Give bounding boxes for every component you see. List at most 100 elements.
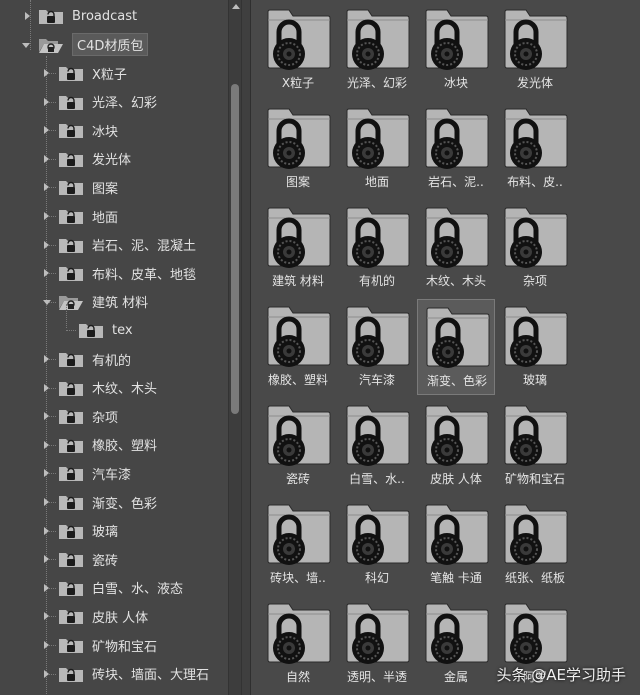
material-item[interactable]: 布料、皮.. [496,101,574,197]
material-item[interactable]: 橡胶、塑料 [259,299,337,395]
expand-arrow-icon[interactable] [44,612,49,621]
material-item[interactable]: 汽车漆 [338,299,416,395]
tree-item[interactable]: C4D材质包 [38,31,149,59]
expand-arrow-icon[interactable] [44,412,49,421]
material-item[interactable]: 发光体 [496,2,574,98]
material-item[interactable]: 木纹、木头 [417,200,495,296]
expand-arrow-icon[interactable] [44,355,49,363]
expand-arrow-icon[interactable] [44,69,49,77]
tree-item[interactable]: 建筑 材料 [58,288,148,316]
tree-item[interactable]: 岩石、泥、混凝土 [58,231,196,259]
material-item-label: 布料、皮.. [507,175,563,189]
panel-splitter[interactable] [242,0,250,695]
material-item-label: 自然 [285,670,310,684]
tree-item[interactable]: 玻璃 [58,517,118,545]
tree-item[interactable]: 有机的 [58,345,131,373]
expand-arrow-icon[interactable] [44,269,49,278]
locked-material-folder-icon [346,306,410,367]
material-item[interactable]: 瓷砖 [259,398,337,494]
tree-item[interactable]: tex [78,316,133,344]
locked-material-folder-icon [504,603,568,664]
expand-arrow-icon[interactable] [44,669,49,678]
material-item-label: 建筑 材料 [272,274,324,288]
material-item[interactable]: 透明、半透 [338,596,416,692]
material-item[interactable]: 砖块、墙.. [259,497,337,593]
expand-arrow-icon[interactable] [44,154,49,163]
expand-arrow-icon[interactable] [44,183,49,192]
tree-item[interactable]: 地面 [58,202,118,230]
tree-item[interactable]: 瓷砖 [58,545,118,573]
tree-item-label: 建筑 材料 [92,296,149,312]
material-item[interactable]: 图案 [259,101,337,197]
material-item[interactable]: 岩石、泥.. [417,101,495,197]
tree-item[interactable]: 矿物和宝石 [58,631,157,659]
material-item[interactable]: 渐变、色彩 [417,299,495,395]
expand-arrow-icon[interactable] [25,12,30,20]
expand-arrow-icon[interactable] [44,583,49,592]
expand-arrow-icon[interactable] [44,641,49,649]
material-item[interactable]: 矿物和宝石 [496,398,574,494]
locked-material-folder-icon [425,207,489,268]
tree-item[interactable]: 渐变、色彩 [58,488,157,516]
material-item-label: 图案 [285,175,310,189]
tree-item[interactable]: 砖块、墙面、大理石 [58,660,209,688]
expand-arrow-icon[interactable] [44,498,49,506]
tree-item[interactable]: 皮肤 人体 [58,602,148,630]
material-item[interactable]: 皮肤 人体 [417,398,495,494]
material-item-label: 有机的 [358,274,395,288]
tree-item[interactable]: 木纹、木头 [58,374,157,402]
tree-item[interactable]: X粒子 [58,59,127,87]
expand-arrow-icon[interactable] [44,240,49,249]
tree-item-label: 白雪、水、液态 [92,582,184,598]
tree-item[interactable]: 杂项 [58,402,118,430]
collapse-arrow-icon[interactable] [43,299,51,305]
material-item[interactable]: 光泽、幻彩 [338,2,416,98]
tree-item[interactable]: 光泽、幻彩 [58,88,157,116]
tree-item[interactable]: 汽车漆 [58,459,131,487]
locked-folder-icon [59,210,83,224]
material-item[interactable]: 自然 [259,596,337,692]
tree-item-label: 光泽、幻彩 [92,96,158,112]
material-item[interactable]: 金属 [417,596,495,692]
material-item[interactable]: 玻璃 [496,299,574,395]
tree-item[interactable]: 冰块 [58,116,118,144]
tree-guide-line [30,0,31,50]
locked-folder-icon [59,267,83,282]
locked-material-folder-icon [504,405,568,466]
scrollbar-thumb[interactable] [231,84,239,414]
material-item[interactable]: X粒子 [259,2,337,98]
material-item[interactable]: 科幻 [338,497,416,593]
expand-arrow-icon[interactable] [44,555,49,564]
expand-arrow-icon[interactable] [44,212,49,220]
material-item[interactable]: 白雪、水.. [338,398,416,494]
tree-item[interactable]: 发光体 [58,145,131,173]
material-item-label: 木纹、木头 [425,274,486,288]
locked-material-folder-icon [504,108,568,169]
tree-item[interactable]: 白雪、水、液态 [58,574,183,602]
tree-item[interactable]: 布料、皮革、地毯 [58,259,196,287]
material-item[interactable]: 纸张、纸板 [496,497,574,593]
tree-item-label: 地面 [92,210,119,226]
material-item-label: 皮肤 人体 [430,472,482,486]
material-item-label: X粒子 [281,76,315,90]
material-item[interactable]: 建筑 材料 [259,200,337,296]
expand-arrow-icon[interactable] [44,383,49,392]
material-item[interactable]: 地面 [338,101,416,197]
material-item[interactable]: 有机的 [338,200,416,296]
expand-arrow-icon[interactable] [44,126,49,135]
material-item-label: 瓷砖 [285,472,310,486]
expand-arrow-icon[interactable] [44,440,49,449]
collapse-arrow-icon[interactable] [22,42,30,48]
tree-item[interactable]: 图案 [58,173,118,201]
locked-folder-icon [59,639,83,653]
scroll-up-arrow-icon[interactable] [232,4,240,9]
material-item[interactable]: 杂项 [496,200,574,296]
material-item[interactable]: 冰块 [417,2,495,98]
tree-item[interactable]: 橡胶、塑料 [58,431,157,459]
expand-arrow-icon[interactable] [44,469,49,478]
tree-item[interactable]: Broadcast [38,2,137,30]
tree-scrollbar[interactable] [228,0,242,695]
expand-arrow-icon[interactable] [44,97,49,106]
material-item[interactable]: 笔触 卡通 [417,497,495,593]
expand-arrow-icon[interactable] [44,526,49,535]
